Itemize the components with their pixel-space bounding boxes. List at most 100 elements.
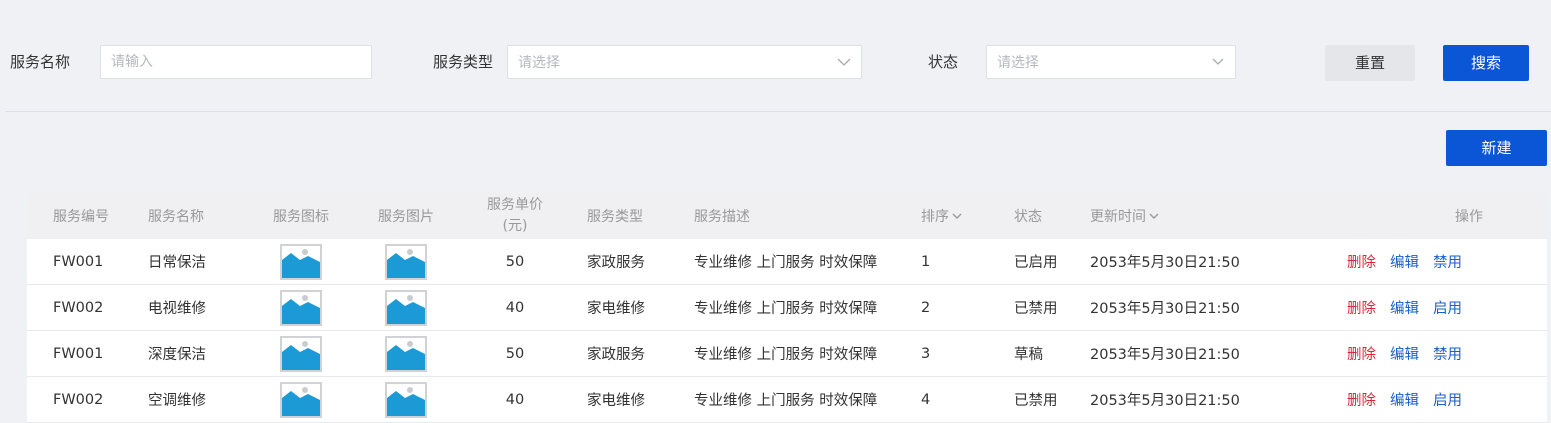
header-updated-label: 更新时间 [1090, 209, 1146, 225]
service-name-input[interactable] [101, 46, 371, 78]
table-row: FW001 深度保洁 50 家政服务 专业维修 上门服务 时效保障 3 草稿 2… [27, 331, 1547, 377]
cell-updated: 2053年5月30日21:50 [1090, 347, 1240, 363]
delete-link[interactable]: 删除 [1347, 389, 1376, 410]
edit-link[interactable]: 编辑 [1390, 297, 1419, 318]
cell-price: 40 [505, 391, 525, 408]
header-code: 服务编号 [53, 209, 109, 225]
cell-desc: 专业维修 上门服务 时效保障 [694, 301, 878, 317]
header-actions: 操作 [1455, 209, 1483, 225]
cell-icon [280, 331, 322, 376]
cell-name: 深度保洁 [148, 347, 206, 363]
image-placeholder-icon[interactable] [385, 381, 427, 418]
toggle-status-link[interactable]: 禁用 [1433, 343, 1462, 364]
header-price-line2: (元) [502, 218, 528, 234]
table-row: FW002 电视维修 40 家电维修 专业维修 上门服务 时效保障 2 已禁用 … [27, 285, 1547, 331]
cell-type: 家政服务 [587, 255, 645, 271]
cell-status: 草稿 [1014, 347, 1043, 363]
cell-status: 已启用 [1014, 255, 1058, 271]
reset-button[interactable]: 重置 [1325, 45, 1415, 81]
header-desc: 服务描述 [694, 209, 750, 225]
status-select[interactable]: 请选择 [986, 45, 1236, 79]
delete-link[interactable]: 删除 [1347, 297, 1376, 318]
cell-status: 已禁用 [1014, 301, 1058, 317]
cell-sort: 3 [921, 345, 931, 362]
header-status: 状态 [1014, 209, 1042, 225]
service-name-label: 服务名称 [10, 53, 71, 71]
cell-name: 日常保洁 [148, 255, 206, 271]
header-updated[interactable]: 更新时间 [1090, 193, 1159, 239]
cell-code: FW001 [53, 345, 104, 362]
toggle-status-link[interactable]: 启用 [1433, 389, 1462, 410]
cell-code: FW002 [53, 391, 104, 408]
image-placeholder-icon[interactable] [280, 381, 322, 418]
cell-code: FW001 [53, 253, 104, 270]
cell-name: 电视维修 [148, 301, 206, 317]
cell-desc: 专业维修 上门服务 时效保障 [694, 347, 878, 363]
header-name: 服务名称 [148, 209, 204, 225]
toggle-status-link[interactable]: 启用 [1433, 297, 1462, 318]
cell-actions: 删除 编辑 禁用 [1347, 331, 1476, 376]
delete-link[interactable]: 删除 [1347, 251, 1376, 272]
header-type: 服务类型 [587, 209, 643, 225]
header-icon: 服务图标 [273, 209, 329, 225]
search-button[interactable]: 搜索 [1443, 45, 1529, 81]
cell-actions: 删除 编辑 禁用 [1347, 239, 1476, 284]
service-type-select[interactable]: 请选择 [507, 45, 862, 79]
cell-updated: 2053年5月30日21:50 [1090, 393, 1240, 409]
cell-image [385, 377, 427, 422]
cell-type: 家电维修 [587, 301, 645, 317]
service-name-input-wrapper [100, 45, 372, 79]
cell-desc: 专业维修 上门服务 时效保障 [694, 393, 878, 409]
header-price-line1: 服务单价 [487, 197, 543, 213]
status-label: 状态 [928, 53, 959, 71]
image-placeholder-icon[interactable] [280, 335, 322, 372]
service-type-label: 服务类型 [433, 53, 494, 71]
edit-link[interactable]: 编辑 [1390, 343, 1419, 364]
divider [5, 111, 1551, 112]
cell-icon [280, 239, 322, 284]
cell-sort: 1 [921, 253, 931, 270]
cell-sort: 2 [921, 299, 931, 316]
service-table: 服务编号 服务名称 服务图标 服务图片 服务单价 (元) 服务类型 服务描述 排… [27, 193, 1547, 423]
image-placeholder-icon[interactable] [385, 289, 427, 326]
cell-price: 40 [505, 299, 525, 316]
toggle-status-link[interactable]: 禁用 [1433, 251, 1462, 272]
status-placeholder: 请选择 [997, 55, 1039, 71]
table-row: FW002 空调维修 40 家电维修 专业维修 上门服务 时效保障 4 已禁用 … [27, 377, 1547, 423]
cell-status: 已禁用 [1014, 393, 1058, 409]
table-row: FW001 日常保洁 50 家政服务 专业维修 上门服务 时效保障 1 已启用 … [27, 239, 1547, 285]
cell-icon [280, 285, 322, 330]
image-placeholder-icon[interactable] [385, 335, 427, 372]
image-placeholder-icon[interactable] [385, 243, 427, 280]
cell-updated: 2053年5月30日21:50 [1090, 301, 1240, 317]
image-placeholder-icon[interactable] [280, 243, 322, 280]
table-header: 服务编号 服务名称 服务图标 服务图片 服务单价 (元) 服务类型 服务描述 排… [27, 193, 1547, 239]
image-placeholder-icon[interactable] [280, 289, 322, 326]
cell-desc: 专业维修 上门服务 时效保障 [694, 255, 878, 271]
cell-type: 家电维修 [587, 393, 645, 409]
cell-icon [280, 377, 322, 422]
cell-actions: 删除 编辑 启用 [1347, 377, 1476, 422]
chevron-down-icon [1212, 58, 1224, 65]
header-sort-label: 排序 [921, 209, 949, 225]
cell-code: FW002 [53, 299, 104, 316]
cell-updated: 2053年5月30日21:50 [1090, 255, 1240, 271]
cell-image [385, 331, 427, 376]
header-sort[interactable]: 排序 [921, 193, 962, 239]
new-button[interactable]: 新建 [1446, 130, 1547, 166]
edit-link[interactable]: 编辑 [1390, 389, 1419, 410]
cell-image [385, 285, 427, 330]
cell-actions: 删除 编辑 启用 [1347, 285, 1476, 330]
cell-type: 家政服务 [587, 347, 645, 363]
cell-price: 50 [505, 253, 525, 270]
header-price: 服务单价 (元) [475, 193, 555, 239]
cell-image [385, 239, 427, 284]
cell-name: 空调维修 [148, 393, 206, 409]
cell-sort: 4 [921, 391, 931, 408]
edit-link[interactable]: 编辑 [1390, 251, 1419, 272]
header-image: 服务图片 [378, 209, 434, 225]
chevron-down-icon [1149, 213, 1159, 219]
delete-link[interactable]: 删除 [1347, 343, 1376, 364]
chevron-down-icon [837, 58, 851, 66]
service-type-placeholder: 请选择 [518, 55, 560, 71]
